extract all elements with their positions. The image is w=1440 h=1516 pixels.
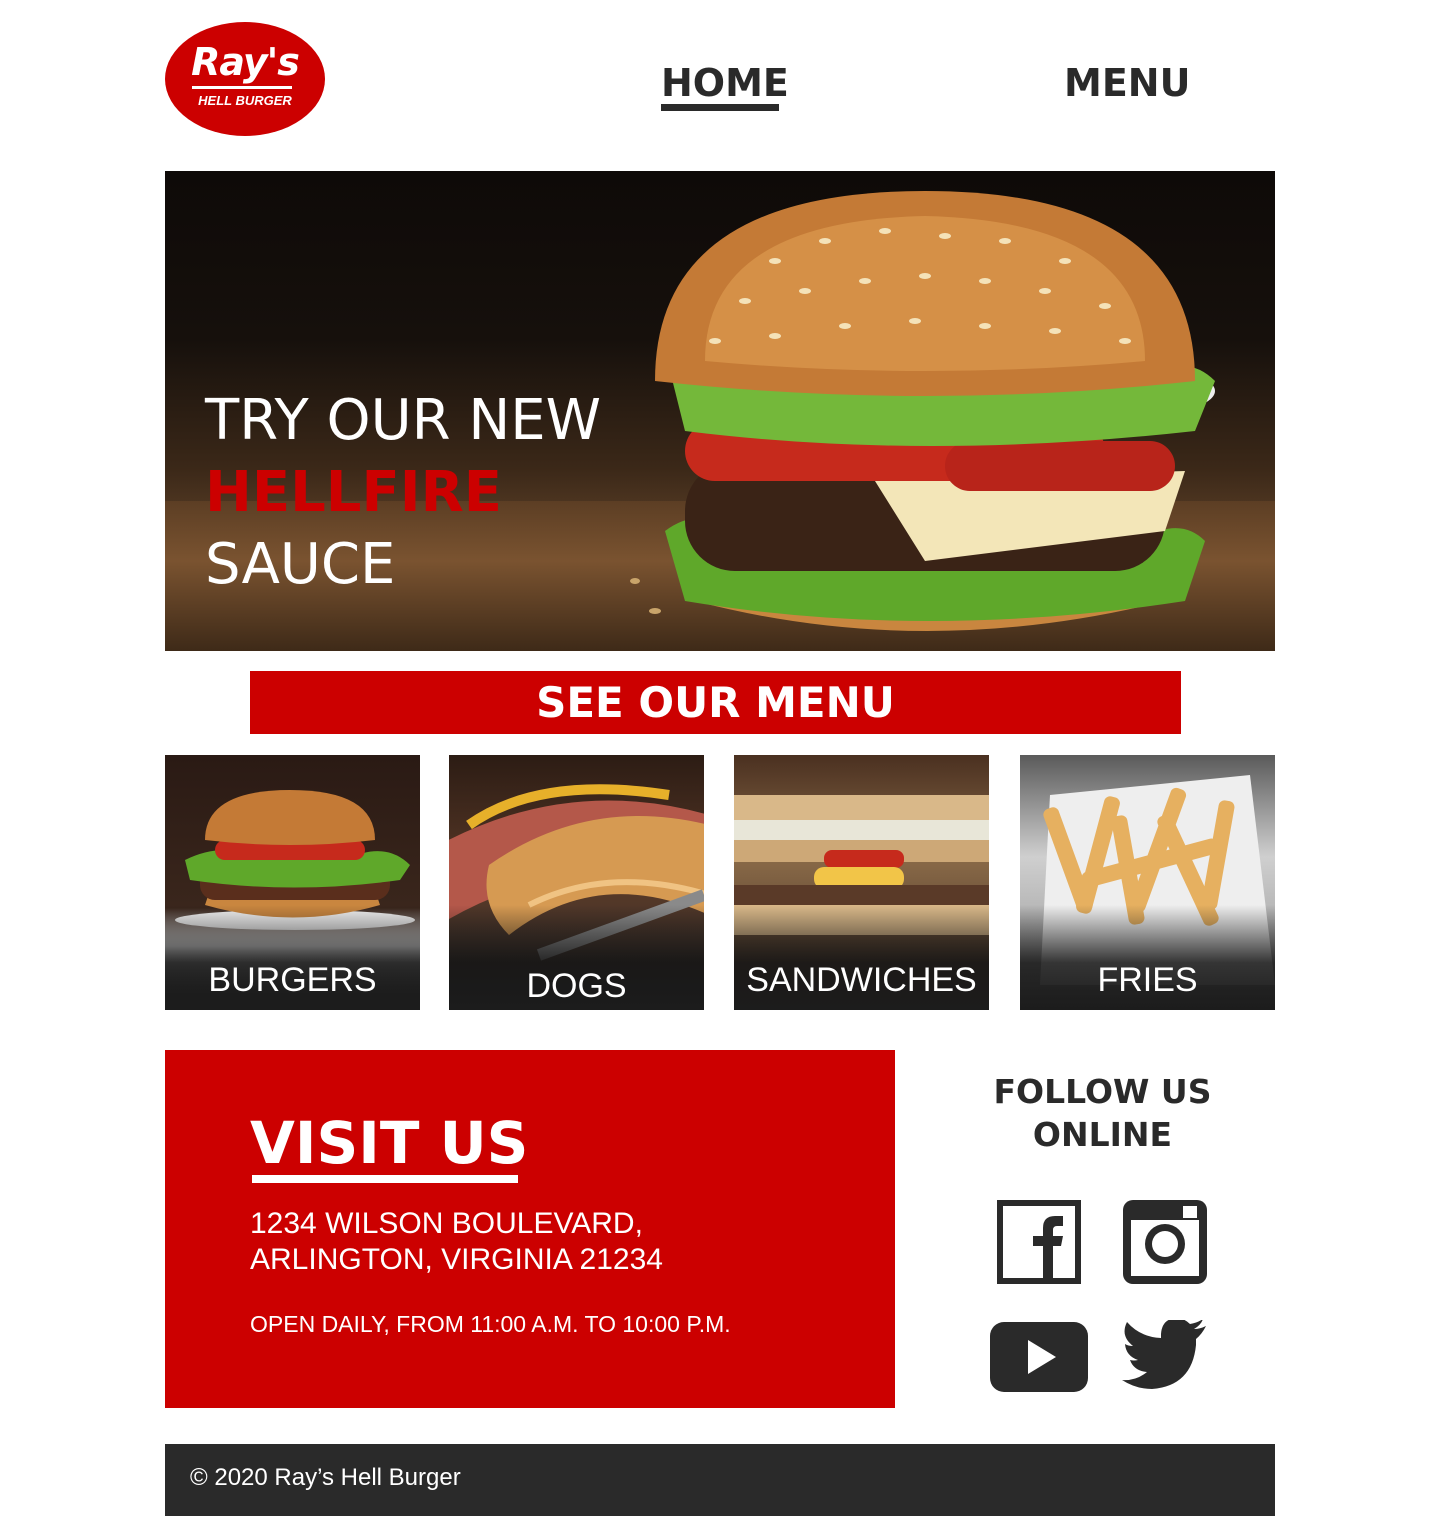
footer: © 2020 Ray’s Hell Burger — [165, 1444, 1275, 1516]
hero-headline-line1: TRY OUR NEW — [205, 388, 601, 453]
menu-tile-burgers[interactable]: BURGERS — [165, 755, 420, 1010]
hero-burger-image — [630, 191, 1215, 631]
follow-us-heading: FOLLOW US ONLINE — [950, 1070, 1255, 1156]
menu-tile-label: FRIES — [1097, 961, 1198, 999]
menu-tile-fries[interactable]: FRIES — [1020, 755, 1275, 1010]
logo[interactable]: Ray's HELL BURGER — [165, 22, 325, 136]
menu-tile-label: BURGERS — [208, 961, 377, 999]
opening-hours: OPEN DAILY, FROM 11:00 A.M. TO 10:00 P.M… — [250, 1311, 731, 1337]
hero-headline-highlight: HELLFIRE — [205, 460, 502, 525]
nav-menu-link[interactable]: MENU — [1064, 60, 1190, 106]
youtube-icon[interactable] — [990, 1322, 1088, 1392]
menu-tile-label: SANDWICHES — [746, 961, 977, 999]
logo-wordmark: Ray's — [191, 40, 300, 84]
twitter-icon[interactable] — [1122, 1320, 1208, 1392]
follow-us-line1: FOLLOW US — [993, 1072, 1212, 1111]
nav-active-underline — [661, 104, 779, 111]
menu-tile-label: DOGS — [526, 967, 627, 1005]
logo-divider — [192, 86, 292, 89]
instagram-icon[interactable] — [1123, 1200, 1207, 1284]
copyright-text: © 2020 Ray’s Hell Burger — [190, 1464, 461, 1491]
address-line2: ARLINGTON, VIRGINIA 21234 — [250, 1243, 663, 1276]
logo-tagline: HELL BURGER — [198, 93, 292, 108]
address-line1: 1234 WILSON BOULEVARD, — [250, 1207, 643, 1240]
hero-banner[interactable]: TRY OUR NEW HELLFIRE SAUCE — [165, 171, 1275, 651]
address: 1234 WILSON BOULEVARD, ARLINGTON, VIRGIN… — [250, 1206, 663, 1278]
visit-us-title: VISIT US — [250, 1109, 529, 1177]
see-our-menu-button[interactable]: SEE OUR MENU — [250, 671, 1181, 734]
visit-us-panel: VISIT US 1234 WILSON BOULEVARD, ARLINGTO… — [165, 1050, 895, 1408]
facebook-icon[interactable] — [997, 1200, 1081, 1284]
follow-us-line2: ONLINE — [1032, 1115, 1173, 1154]
visit-us-underline — [252, 1175, 518, 1183]
hero-headline-line3: SAUCE — [205, 532, 396, 597]
menu-tile-sandwiches[interactable]: SANDWICHES — [734, 755, 989, 1010]
nav-home-link[interactable]: HOME — [661, 60, 789, 106]
menu-tile-dogs[interactable]: DOGS — [449, 755, 704, 1010]
